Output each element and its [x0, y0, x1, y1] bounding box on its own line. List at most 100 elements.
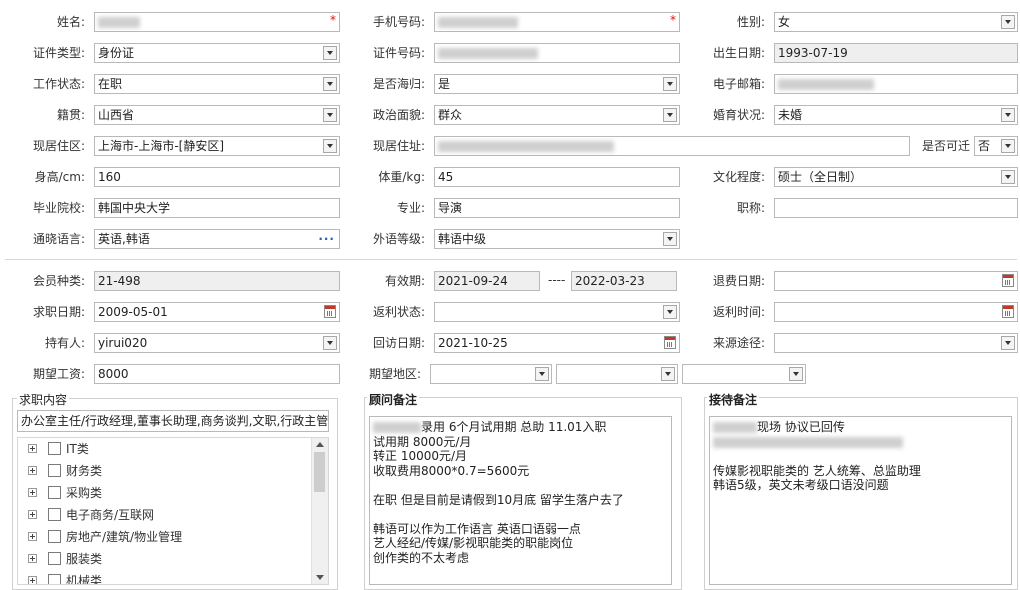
school-field[interactable]: 韩国中央大学 [94, 198, 340, 218]
mobile-field[interactable]: * [434, 12, 680, 32]
residence-area-select[interactable]: 上海市-上海市-[静安区] [94, 136, 340, 156]
gender-select[interactable]: 女 [774, 12, 1018, 32]
chevron-down-icon[interactable] [663, 232, 677, 246]
visit-date-field[interactable]: 2021-10-25 [434, 333, 680, 353]
category-checkbox[interactable] [48, 486, 61, 499]
expected-area-city-select[interactable] [556, 364, 678, 384]
birth-date-label: 出生日期: [712, 46, 765, 60]
email-field[interactable] [774, 74, 1018, 94]
title-field[interactable] [774, 198, 1018, 218]
calendar-icon[interactable] [1002, 305, 1014, 318]
chevron-down-icon[interactable] [535, 367, 549, 381]
reception-notes-textarea[interactable]: 现场 协议已回传 传媒影视职能类的 艺人统筹、总监助理 韩语5级，英文未考级口语没… [709, 416, 1012, 585]
tree-scrollbar[interactable] [311, 438, 328, 584]
job-content-selected-value: 办公室主任/行政经理,董事长助理,商务谈判,文职,行政主管 [21, 414, 329, 428]
expand-plus-icon[interactable] [28, 532, 37, 541]
native-place-select[interactable]: 山西省 [94, 105, 340, 125]
address-redacted [438, 141, 614, 152]
returnee-select[interactable]: 是 [434, 74, 680, 94]
calendar-icon[interactable] [664, 336, 676, 349]
scroll-down-arrow-icon[interactable] [316, 575, 324, 580]
major-field[interactable]: 导演 [434, 198, 680, 218]
expected-area-province-select[interactable] [430, 364, 552, 384]
scroll-thumb[interactable] [314, 452, 325, 492]
job-content-selected-field[interactable]: 办公室主任/行政经理,董事长助理,商务谈判,文职,行政主管 [17, 410, 329, 432]
visit-date-label: 回访日期: [372, 336, 425, 350]
id-type-value: 身份证 [98, 46, 135, 60]
visit-date-value: 2021-10-25 [438, 336, 508, 350]
note-line: 现场 协议已回传 [713, 420, 1008, 435]
chevron-down-icon[interactable] [323, 77, 337, 91]
category-item[interactable]: 采购类 [18, 484, 308, 502]
weight-value: 45 [438, 170, 454, 184]
expand-plus-icon[interactable] [28, 576, 37, 584]
rebate-time-field[interactable] [774, 302, 1018, 322]
political-select[interactable]: 群众 [434, 105, 680, 125]
job-category-tree[interactable]: IT类财务类采购类电子商务/互联网 房地产/建筑/物业管理 服装类机械类 [17, 437, 329, 585]
weight-field[interactable]: 45 [434, 167, 680, 187]
address-field[interactable] [434, 136, 910, 156]
job-content-title: 求职内容 [17, 391, 70, 408]
reception-notes-text: 现场 协议已回传 传媒影视职能类的 艺人统筹、总监助理 韩语5级，英文未考级口语没… [713, 420, 1008, 493]
category-item[interactable]: IT类 [18, 440, 308, 458]
calendar-icon[interactable] [324, 305, 336, 318]
category-item[interactable]: 机械类 [18, 572, 308, 584]
job-date-field[interactable]: 2009-05-01 [94, 302, 340, 322]
category-item[interactable]: 服装类 [18, 550, 308, 568]
category-checkbox[interactable] [48, 508, 61, 521]
work-status-select[interactable]: 在职 [94, 74, 340, 94]
languages-field[interactable]: 英语,韩语 ··· [94, 229, 340, 249]
id-number-field[interactable] [434, 43, 680, 63]
chevron-down-icon[interactable] [1001, 108, 1015, 122]
language-level-select[interactable]: 韩语中级 [434, 229, 680, 249]
name-label: 姓名: [56, 15, 85, 29]
expand-plus-icon[interactable] [28, 554, 37, 563]
expected-salary-field[interactable]: 8000 [94, 364, 340, 384]
chevron-down-icon[interactable] [1001, 15, 1015, 29]
rebate-status-select[interactable] [434, 302, 680, 322]
advisor-notes-textarea[interactable]: 录用 6个月试用期 总助 11.01入职 试用期 8000元/月 转正 10000元… [369, 416, 672, 585]
chevron-down-icon[interactable] [323, 139, 337, 153]
source-select[interactable] [774, 333, 1018, 353]
category-checkbox[interactable] [48, 530, 61, 543]
category-item[interactable]: 电子商务/互联网 [18, 506, 308, 524]
chevron-down-icon[interactable] [789, 367, 803, 381]
chevron-down-icon[interactable] [661, 367, 675, 381]
chevron-down-icon[interactable] [1001, 139, 1015, 153]
scroll-up-arrow-icon[interactable] [316, 442, 324, 447]
category-label: 采购类 [66, 486, 103, 500]
marital-select[interactable]: 未婚 [774, 105, 1018, 125]
height-field[interactable]: 160 [94, 167, 340, 187]
chevron-down-icon[interactable] [1001, 170, 1015, 184]
id-number-label: 证件号码: [372, 46, 425, 60]
id-type-select[interactable]: 身份证 [94, 43, 340, 63]
chevron-down-icon[interactable] [323, 46, 337, 60]
expand-plus-icon[interactable] [28, 510, 37, 519]
note-line [713, 435, 1008, 450]
chevron-down-icon[interactable] [323, 336, 337, 350]
relocate-select[interactable]: 否 [974, 136, 1018, 156]
name-field[interactable]: * [94, 12, 340, 32]
category-item[interactable]: 财务类 [18, 462, 308, 480]
marital-value: 未婚 [778, 108, 803, 122]
education-select[interactable]: 硕士（全日制） [774, 167, 1018, 187]
holder-select[interactable]: yirui020 [94, 333, 340, 353]
category-checkbox[interactable] [48, 442, 61, 455]
chevron-down-icon[interactable] [663, 305, 677, 319]
expand-plus-icon[interactable] [28, 444, 37, 453]
expand-plus-icon[interactable] [28, 488, 37, 497]
chevron-down-icon[interactable] [1001, 336, 1015, 350]
calendar-icon[interactable] [1002, 274, 1014, 287]
chevron-down-icon[interactable] [323, 108, 337, 122]
chevron-down-icon[interactable] [663, 77, 677, 91]
chevron-down-icon[interactable] [663, 108, 677, 122]
expand-plus-icon[interactable] [28, 466, 37, 475]
category-item[interactable]: 房地产/建筑/物业管理 [18, 528, 308, 546]
refund-date-field[interactable] [774, 271, 1018, 291]
more-options-icon[interactable]: ··· [318, 230, 335, 248]
category-checkbox[interactable] [48, 552, 61, 565]
note-line [713, 449, 1008, 464]
category-checkbox[interactable] [48, 574, 61, 584]
category-checkbox[interactable] [48, 464, 61, 477]
expected-area-district-select[interactable] [682, 364, 806, 384]
